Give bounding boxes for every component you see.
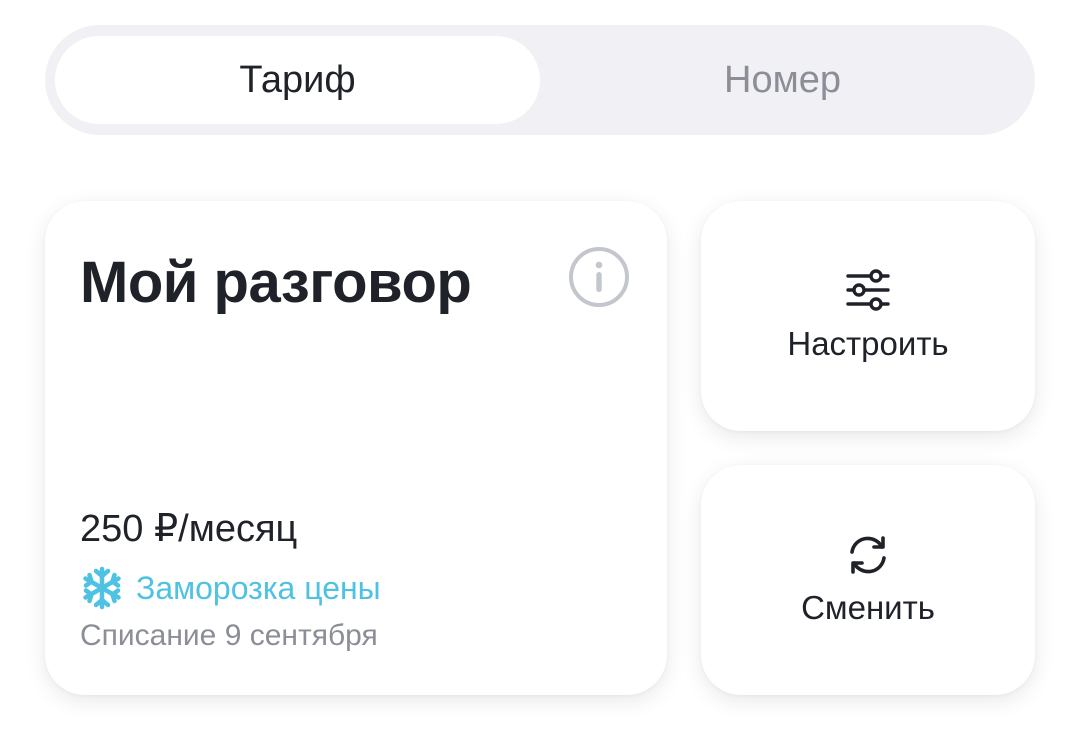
info-icon[interactable] xyxy=(568,246,630,308)
refresh-icon xyxy=(850,536,886,574)
sliders-icon xyxy=(846,269,890,311)
tab-tariff[interactable]: Тариф xyxy=(55,36,540,124)
price-freeze-link[interactable]: Заморозка цены xyxy=(80,566,381,610)
tariff-card[interactable]: Мой разговор 250 ₽/месяц Заморозка цены … xyxy=(45,201,667,695)
tab-number-label: Номер xyxy=(724,58,841,101)
change-tariff-button[interactable]: Сменить xyxy=(701,465,1035,695)
tab-switcher: Тариф Номер xyxy=(45,25,1035,135)
tab-tariff-label: Тариф xyxy=(239,58,356,101)
charge-date: Списание 9 сентября xyxy=(80,619,378,652)
tariff-price: 250 ₽/месяц xyxy=(80,508,298,550)
snowflake-icon xyxy=(83,566,121,610)
configure-label: Настроить xyxy=(787,325,949,362)
change-label: Сменить xyxy=(801,589,935,626)
configure-button[interactable]: Настроить xyxy=(701,201,1035,431)
price-freeze-label: Заморозка цены xyxy=(136,569,381,606)
tab-number[interactable]: Номер xyxy=(540,36,1025,124)
tariff-title: Мой разговор xyxy=(80,250,472,315)
